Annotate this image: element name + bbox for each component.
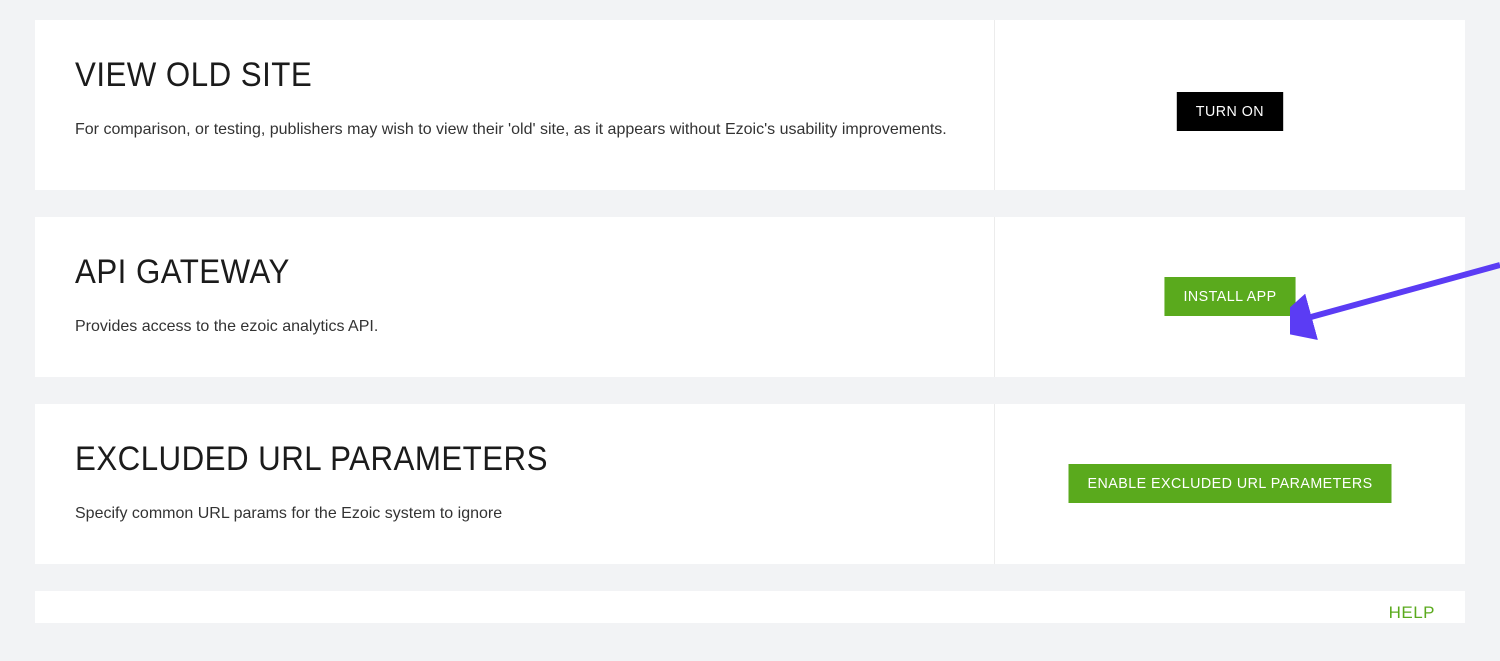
card-title: EXCLUDED URL PARAMETERS [75, 440, 884, 479]
card-content: EXCLUDED URL PARAMETERS Specify common U… [35, 404, 995, 564]
settings-cards-container: VIEW OLD SITE For comparison, or testing… [0, 0, 1500, 623]
help-link[interactable]: HELP [1389, 603, 1435, 622]
card-title: API GATEWAY [75, 253, 884, 292]
install-app-button[interactable]: INSTALL APP [1164, 277, 1295, 316]
card-excluded-url-parameters: EXCLUDED URL PARAMETERS Specify common U… [35, 404, 1465, 564]
card-content: VIEW OLD SITE For comparison, or testing… [35, 20, 995, 190]
card-action-area: INSTALL APP [995, 217, 1465, 377]
help-bar: HELP [35, 591, 1465, 623]
card-title: VIEW OLD SITE [75, 56, 884, 95]
card-description: For comparison, or testing, publishers m… [75, 117, 954, 143]
card-action-area: TURN ON [995, 20, 1465, 190]
card-content: API GATEWAY Provides access to the ezoic… [35, 217, 995, 377]
card-action-area: ENABLE EXCLUDED URL PARAMETERS [995, 404, 1465, 564]
card-api-gateway: API GATEWAY Provides access to the ezoic… [35, 217, 1465, 377]
enable-excluded-url-parameters-button[interactable]: ENABLE EXCLUDED URL PARAMETERS [1068, 464, 1391, 503]
card-description: Specify common URL params for the Ezoic … [75, 501, 954, 527]
turn-on-button[interactable]: TURN ON [1177, 92, 1283, 131]
card-description: Provides access to the ezoic analytics A… [75, 314, 954, 340]
card-view-old-site: VIEW OLD SITE For comparison, or testing… [35, 20, 1465, 190]
